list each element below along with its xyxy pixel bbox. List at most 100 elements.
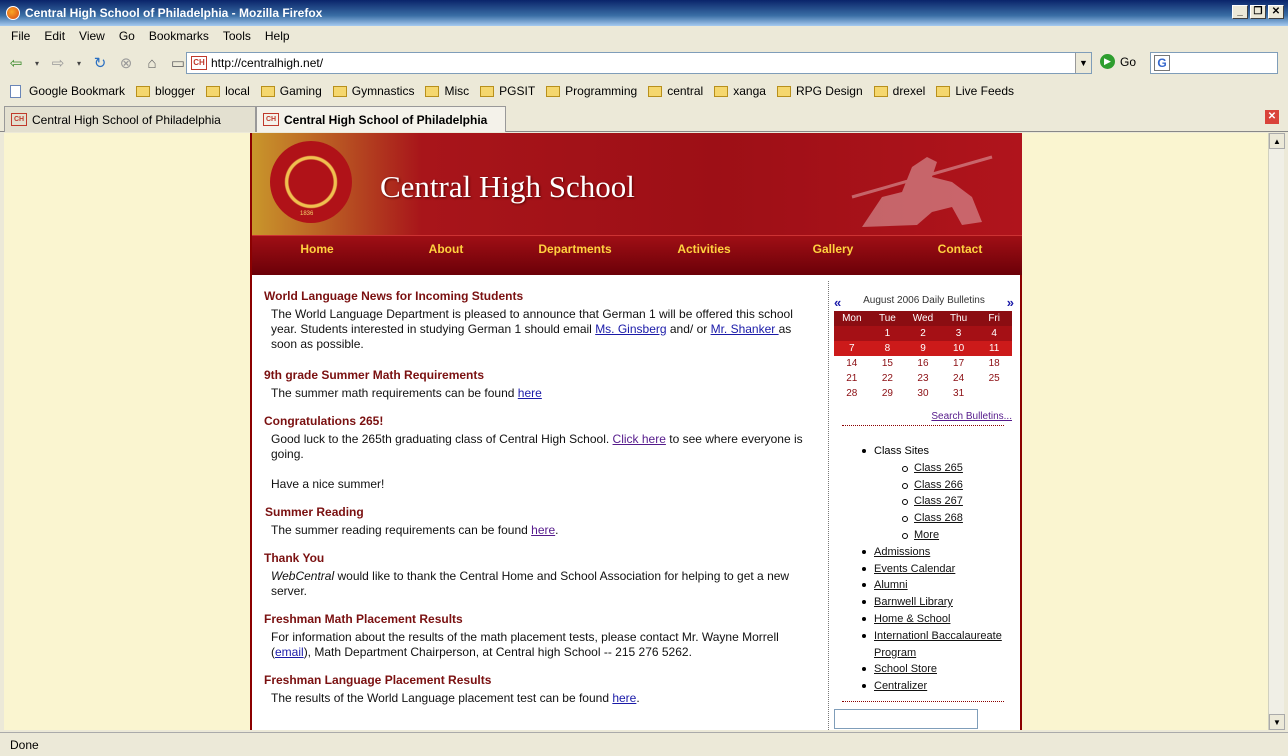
scroll-down-arrow-icon[interactable]: ▼ <box>1269 714 1285 730</box>
close-tab-icon[interactable]: ✕ <box>1265 110 1279 124</box>
calendar-day[interactable]: 21 <box>834 371 870 386</box>
calendar-day[interactable]: 16 <box>905 356 941 371</box>
address-url[interactable]: http://centralhigh.net/ <box>211 56 323 70</box>
forward-dropdown-icon[interactable]: ▾ <box>74 53 84 73</box>
centralizer-link[interactable]: Centralizer <box>874 680 927 692</box>
menu-edit[interactable]: Edit <box>44 29 65 43</box>
bookmark-folder-misc[interactable]: Misc <box>425 84 469 98</box>
calendar-day[interactable] <box>976 386 1012 401</box>
bookmark-folder-pgsit[interactable]: PGSIT <box>480 84 535 98</box>
bookmark-folder-live-feeds[interactable]: Live Feeds <box>936 84 1014 98</box>
address-dropdown-icon[interactable]: ▼ <box>1075 53 1091 73</box>
close-button[interactable]: ✕ <box>1268 5 1284 19</box>
bookmark-folder-central[interactable]: central <box>648 84 703 98</box>
graduates-link[interactable]: Click here <box>613 432 666 446</box>
alumni-link[interactable]: Alumni <box>874 579 908 591</box>
search-input[interactable]: G <box>1150 52 1278 74</box>
calendar-day[interactable]: 2 <box>905 326 941 341</box>
class-268-link[interactable]: Class 268 <box>914 512 963 524</box>
menu-go[interactable]: Go <box>119 29 135 43</box>
tab-1[interactable]: CH Central High School of Philadelphia <box>4 106 256 132</box>
more-classes-link[interactable]: More <box>914 529 939 541</box>
calendar-prev-link[interactable]: « <box>834 295 841 310</box>
calendar-day[interactable]: 3 <box>941 326 977 341</box>
calendar-day[interactable]: 22 <box>870 371 906 386</box>
forward-arrow-icon[interactable]: ⇨ <box>48 53 68 73</box>
email-morrell-link[interactable]: email <box>275 645 304 659</box>
menu-help[interactable]: Help <box>265 29 290 43</box>
class-266-link[interactable]: Class 266 <box>914 479 963 491</box>
calendar-day[interactable]: 8 <box>870 341 906 356</box>
back-arrow-icon[interactable]: ⇦ <box>6 53 26 73</box>
back-dropdown-icon[interactable]: ▾ <box>32 53 42 73</box>
bookmark-folder-rpg-design[interactable]: RPG Design <box>776 84 863 98</box>
reload-icon[interactable]: ↻ <box>90 53 110 73</box>
home-icon[interactable]: ⌂ <box>142 53 162 73</box>
calendar-day[interactable]: 24 <box>941 371 977 386</box>
calendar-day[interactable]: 14 <box>834 356 870 371</box>
go-button[interactable]: ▶ Go <box>1100 54 1136 69</box>
nav-home[interactable]: Home <box>300 242 333 256</box>
menu-view[interactable]: View <box>79 29 105 43</box>
email-shanker-link[interactable]: Mr. Shanker <box>711 322 779 336</box>
calendar-day[interactable]: 9 <box>905 341 941 356</box>
vertical-scrollbar[interactable]: ▲ ▼ <box>1268 133 1285 730</box>
email-ginsberg-link[interactable]: Ms. Ginsberg <box>595 322 666 336</box>
news-body: WebCentral would like to thank the Centr… <box>271 569 819 599</box>
nav-activities[interactable]: Activities <box>677 242 730 256</box>
tab-2-active[interactable]: CH Central High School of Philadelphia <box>256 106 506 132</box>
menu-tools[interactable]: Tools <box>223 29 251 43</box>
calendar-day[interactable] <box>834 326 870 341</box>
calendar-day[interactable]: 10 <box>941 341 977 356</box>
bookmark-folder-blogger[interactable]: blogger <box>136 84 195 98</box>
ib-program-link[interactable]: Internationl Baccalaureate Program <box>874 630 1002 659</box>
calendar-day[interactable]: 17 <box>941 356 977 371</box>
bookmark-folder-programming[interactable]: Programming <box>546 84 637 98</box>
language-results-link[interactable]: here <box>612 691 636 705</box>
calendar-day[interactable]: 25 <box>976 371 1012 386</box>
calendar-day[interactable]: 23 <box>905 371 941 386</box>
nav-contact[interactable]: Contact <box>938 242 983 256</box>
bookmark-folder-drexel[interactable]: drexel <box>873 84 925 98</box>
calendar-next-link[interactable]: » <box>1007 295 1014 310</box>
calendar-day[interactable]: 15 <box>870 356 906 371</box>
restore-button[interactable]: ❐ <box>1250 5 1266 19</box>
sidebar-search-input[interactable] <box>834 709 978 729</box>
class-265-link[interactable]: Class 265 <box>914 462 963 474</box>
divider <box>842 425 1004 426</box>
search-bulletins-link[interactable]: Search Bulletins... <box>931 411 1012 422</box>
bookmark-folder-local[interactable]: local <box>206 84 250 98</box>
summer-reading-link[interactable]: here <box>531 523 555 537</box>
class-267-link[interactable]: Class 267 <box>914 495 963 507</box>
calendar-day[interactable]: 7 <box>834 341 870 356</box>
stop-icon[interactable]: ⊗ <box>116 53 136 73</box>
address-bar[interactable]: CH http://centralhigh.net/ ▼ <box>186 52 1092 74</box>
menu-file[interactable]: File <box>11 29 30 43</box>
bookmark-folder-gymnastics[interactable]: Gymnastics <box>332 84 414 98</box>
bookmark-google[interactable]: Google Bookmark <box>10 84 125 98</box>
bookmark-folder-gaming[interactable]: Gaming <box>260 84 322 98</box>
calendar-day[interactable]: 30 <box>905 386 941 401</box>
bookmark-folder-xanga[interactable]: xanga <box>714 84 766 98</box>
barnwell-library-link[interactable]: Barnwell Library <box>874 596 953 608</box>
bookmark-toolbar-icon[interactable]: ▭ <box>168 53 188 73</box>
calendar-day[interactable]: 4 <box>976 326 1012 341</box>
nav-about[interactable]: About <box>429 242 464 256</box>
scroll-up-arrow-icon[interactable]: ▲ <box>1269 133 1285 149</box>
nav-gallery[interactable]: Gallery <box>813 242 854 256</box>
minimize-button[interactable]: _ <box>1232 5 1248 19</box>
menu-bookmarks[interactable]: Bookmarks <box>149 29 209 43</box>
calendar-day[interactable]: 18 <box>976 356 1012 371</box>
home-and-school-link[interactable]: Home & School <box>874 613 950 625</box>
school-store-link[interactable]: School Store <box>874 663 937 675</box>
events-calendar-link[interactable]: Events Calendar <box>874 563 955 575</box>
admissions-link[interactable]: Admissions <box>874 546 930 558</box>
calendar-day[interactable]: 1 <box>870 326 906 341</box>
calendar-day[interactable]: 29 <box>870 386 906 401</box>
calendar-day[interactable]: 28 <box>834 386 870 401</box>
calendar-day[interactable]: 11 <box>976 341 1012 356</box>
calendar-day[interactable]: 31 <box>941 386 977 401</box>
nav-departments[interactable]: Departments <box>538 242 611 256</box>
math-requirements-link[interactable]: here <box>518 386 542 400</box>
google-icon[interactable]: G <box>1154 55 1170 71</box>
